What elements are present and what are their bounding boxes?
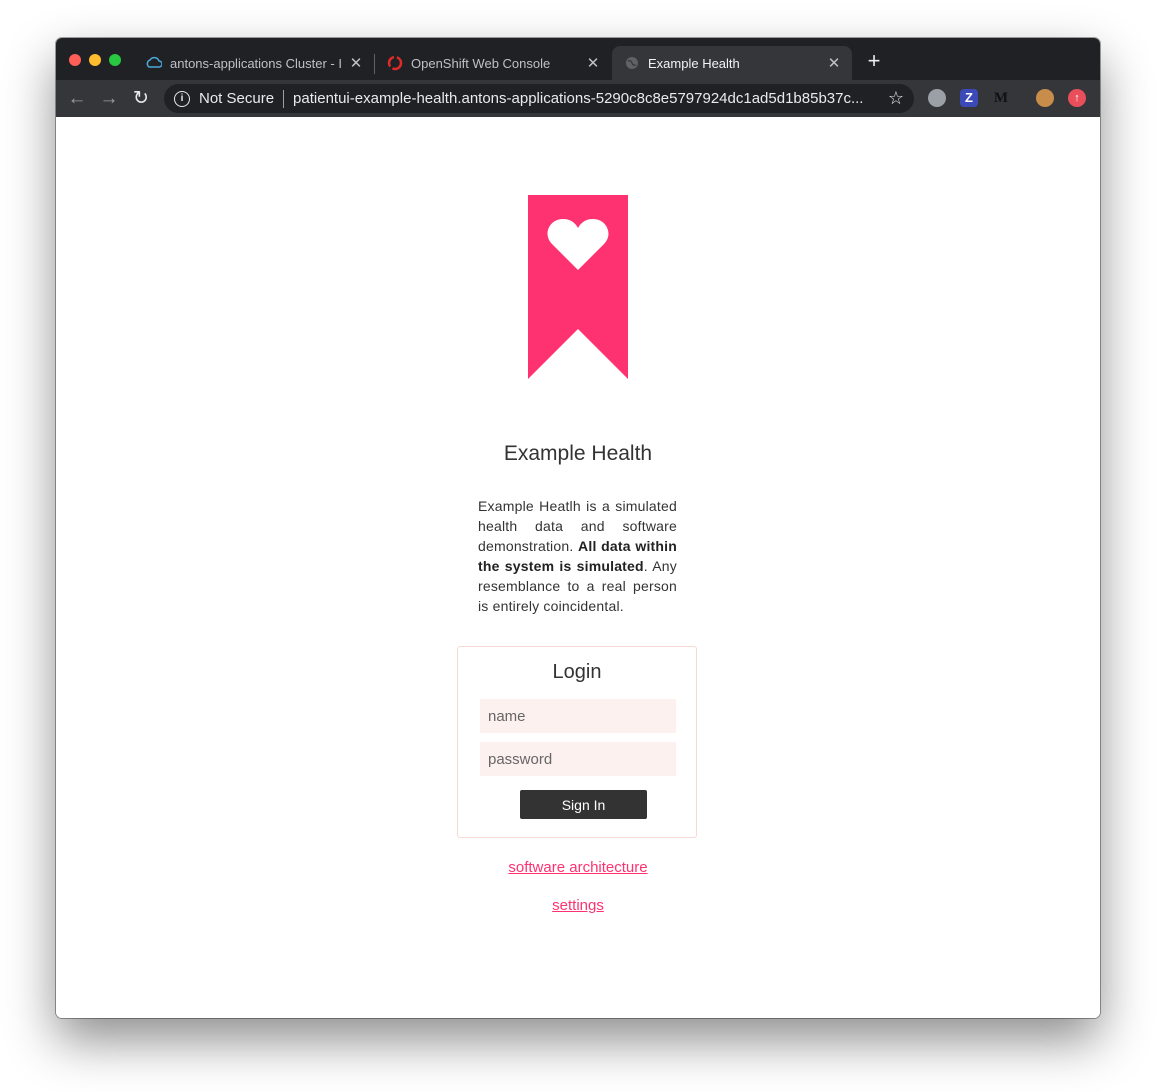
tab-title: OpenShift Web Console <box>411 55 551 71</box>
reload-icon[interactable]: ↻ <box>130 88 152 110</box>
extension-z-icon[interactable]: Z <box>960 89 978 107</box>
tab-title: antons-applications Cluster - IBM Cloud <box>170 55 342 71</box>
tab-ibm-cloud[interactable]: antons-applications Cluster - IBM Cloud … <box>134 46 374 80</box>
example-health-logo <box>528 195 628 379</box>
globe-icon <box>624 55 640 71</box>
close-window-button[interactable] <box>69 54 81 66</box>
close-icon[interactable]: ✕ <box>348 54 364 72</box>
login-form: Login Sign In <box>457 646 697 838</box>
maximize-window-button[interactable] <box>109 54 121 66</box>
tab-example-health[interactable]: Example Health ✕ <box>612 46 852 80</box>
sign-in-button[interactable]: Sign In <box>520 790 647 819</box>
security-label[interactable]: Not Secure <box>199 90 274 107</box>
extension-medium-icon[interactable]: M <box>992 89 1010 107</box>
browser-window: antons-applications Cluster - IBM Cloud … <box>56 38 1100 1018</box>
ibm-cloud-icon <box>146 55 162 71</box>
update-icon[interactable]: ↑ <box>1068 89 1086 107</box>
software-architecture-link[interactable]: software architecture <box>56 859 1100 876</box>
bookmark-star-icon[interactable]: ☆ <box>888 88 904 109</box>
back-arrow-icon[interactable]: ← <box>66 88 88 110</box>
software-architecture-link-label[interactable]: software architecture <box>508 859 647 876</box>
address-bar[interactable]: i Not Secure patientui-example-health.an… <box>164 84 914 113</box>
settings-link[interactable]: settings <box>56 897 1100 914</box>
tab-strip: antons-applications Cluster - IBM Cloud … <box>56 38 1100 80</box>
browser-toolbar: ← → ↻ i Not Secure patientui-example-hea… <box>56 80 1100 117</box>
new-tab-button[interactable]: + <box>862 50 886 74</box>
url-text[interactable]: patientui-example-health.antons-applicat… <box>293 90 873 107</box>
minimize-window-button[interactable] <box>89 54 101 66</box>
forward-arrow-icon[interactable]: → <box>98 88 120 110</box>
settings-link-label[interactable]: settings <box>552 897 604 914</box>
password-input[interactable] <box>480 742 676 776</box>
name-input[interactable] <box>480 699 676 733</box>
login-title: Login <box>552 661 602 683</box>
info-icon[interactable]: i <box>174 90 190 107</box>
close-icon[interactable]: ✕ <box>826 54 842 72</box>
extension-camera-icon[interactable] <box>928 89 946 107</box>
app-description: Example Heatlh is a simulated health dat… <box>478 496 677 616</box>
page-content: Example Health Example Heatlh is a simul… <box>56 117 1100 1018</box>
close-icon[interactable]: ✕ <box>585 54 601 72</box>
profile-avatar[interactable] <box>1036 89 1054 107</box>
openshift-icon <box>387 55 403 71</box>
app-title: Example Health <box>503 442 653 465</box>
tab-title: Example Health <box>648 55 740 71</box>
omnibox-divider <box>283 89 285 108</box>
tab-openshift[interactable]: OpenShift Web Console ✕ <box>375 46 611 80</box>
